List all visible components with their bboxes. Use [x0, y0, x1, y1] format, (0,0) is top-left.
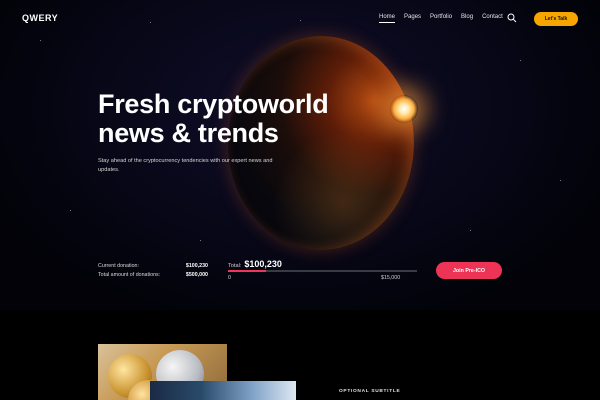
optional-subtitle: OPTIONAL SUBTITLE: [339, 389, 401, 394]
donations-summary: Current donation: $100,230 Total amount …: [98, 263, 208, 281]
hero-subtext: Stay ahead of the cryptocurrency tendenc…: [98, 158, 273, 173]
sun-flare: [390, 95, 418, 123]
hero-section: QWERY Home Pages Portfolio Blog Contact …: [0, 0, 600, 310]
nav-pages[interactable]: Pages: [404, 14, 421, 23]
nav-blog[interactable]: Blog: [461, 14, 473, 23]
progress-total: Total: $100,230: [228, 259, 282, 269]
logo[interactable]: QWERY: [22, 13, 58, 23]
search-icon[interactable]: [507, 13, 517, 23]
total-donations-label: Total amount of donations:: [98, 272, 161, 278]
progress-total-label: Total:: [228, 263, 242, 269]
progress-min-label: 0: [228, 275, 231, 281]
laptop-image: [150, 381, 296, 400]
content-section: [0, 310, 600, 400]
nav-contact[interactable]: Contact: [482, 14, 503, 23]
headline-line-1: Fresh cryptoworld: [98, 89, 329, 119]
join-pre-ico-button[interactable]: Join Pre-ICO: [436, 262, 502, 279]
headline-line-2: news & trends: [98, 118, 279, 148]
nav-home[interactable]: Home: [379, 14, 396, 23]
progress-fill: [228, 270, 266, 272]
current-donation-row: Current donation: $100,230: [98, 263, 208, 269]
current-donation-value: $100,230: [185, 263, 208, 269]
lets-talk-button[interactable]: Let's Talk: [534, 12, 578, 26]
main-nav: Home Pages Portfolio Blog Contact: [379, 14, 512, 23]
progress-max-label: $15,000: [381, 275, 401, 281]
total-donations-row: Total amount of donations: $500,000: [98, 272, 208, 278]
nav-portfolio[interactable]: Portfolio: [430, 14, 452, 23]
total-donations-value: $500,000: [185, 272, 208, 278]
progress-total-value: $100,230: [244, 259, 282, 269]
hero-headline: Fresh cryptoworld news & trends: [98, 89, 329, 148]
current-donation-label: Current donation:: [98, 263, 139, 269]
